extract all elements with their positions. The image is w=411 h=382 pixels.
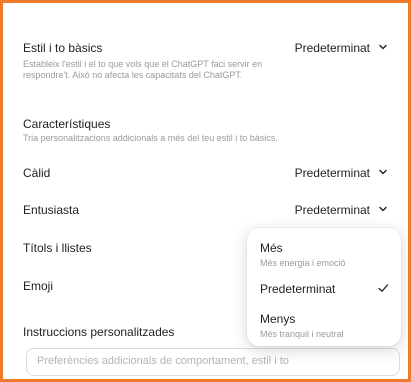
warm-row: Càlid Predeterminat	[23, 166, 388, 180]
characteristics-title: Característiques	[23, 117, 111, 131]
enthusiastic-row: Entusiasta Predeterminat	[23, 203, 388, 217]
characteristics-section: Característiques Tria personalitzacions …	[23, 117, 388, 144]
characteristics-description: Tria personalitzacions addicionals a més…	[23, 133, 278, 143]
base-style-row: Estil i to bàsics Estableix l'estil i el…	[23, 41, 388, 81]
menu-item-default[interactable]: Predeterminat	[260, 282, 389, 296]
base-style-value: Predeterminat	[294, 41, 370, 55]
menu-item-less-label: Menys	[260, 312, 296, 326]
chevron-down-icon	[379, 44, 387, 50]
menu-item-more[interactable]: Més Més energia i emoció	[260, 241, 389, 268]
warm-select[interactable]: Predeterminat	[295, 166, 388, 180]
chevron-down-icon	[379, 206, 387, 212]
check-icon	[378, 284, 389, 292]
menu-item-default-label: Predeterminat	[260, 282, 336, 296]
menu-item-less[interactable]: Menys Més tranquil i neutral	[260, 312, 389, 339]
enthusiastic-select[interactable]: Predeterminat	[295, 203, 388, 217]
chevron-down-icon	[379, 169, 387, 175]
menu-item-more-label: Més	[260, 241, 283, 255]
base-style-description: Estableix l'estil i el to que vols que e…	[23, 59, 263, 80]
menu-item-more-sublabel: Més energia i emoció	[260, 258, 346, 268]
custom-instructions-input[interactable]: Preferències addicionals de comportament…	[26, 348, 400, 376]
enthusiastic-value: Predeterminat	[294, 203, 370, 217]
warm-value: Predeterminat	[294, 166, 370, 180]
level-dropdown-menu: Més Més energia i emoció Predeterminat M…	[247, 228, 401, 346]
base-style-select[interactable]: Predeterminat	[295, 41, 388, 55]
personalization-panel: Estil i to bàsics Estableix l'estil i el…	[0, 0, 411, 382]
menu-item-less-sublabel: Més tranquil i neutral	[260, 329, 344, 339]
